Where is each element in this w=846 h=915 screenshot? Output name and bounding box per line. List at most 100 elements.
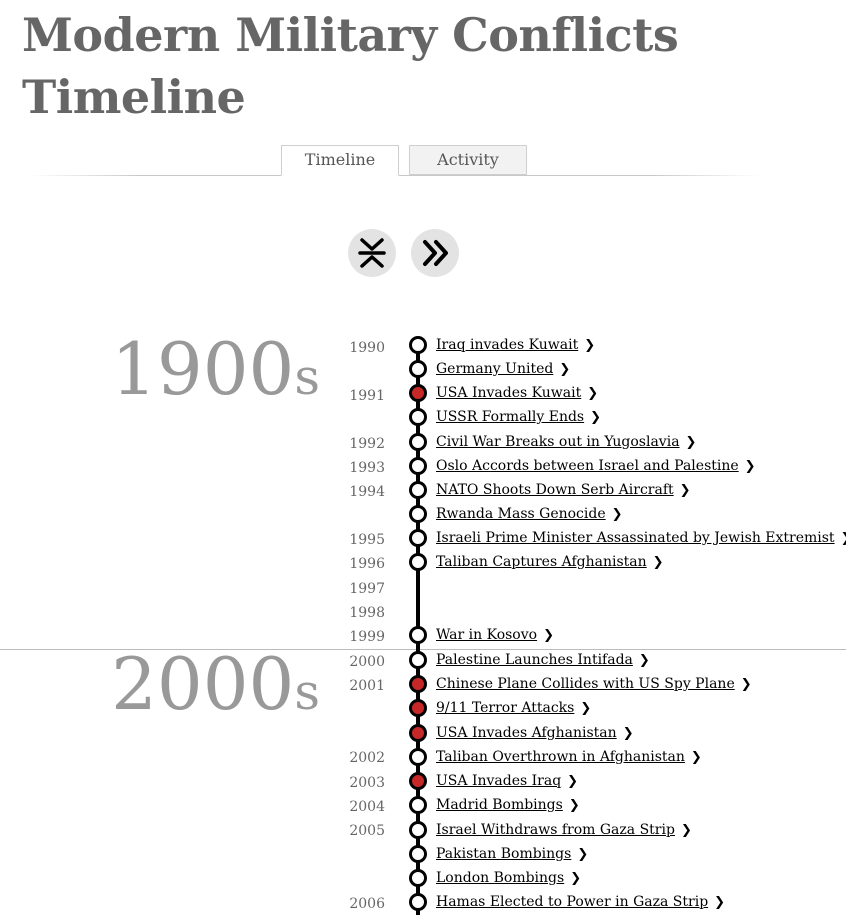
chevron-right-icon: ❯: [567, 774, 579, 789]
chevron-right-icon: ❯: [622, 726, 634, 741]
event-marker[interactable]: [409, 626, 427, 644]
event-marker[interactable]: [409, 772, 427, 790]
expand-forward-button[interactable]: [411, 229, 459, 277]
event-link[interactable]: Israel Withdraws from Gaza Strip ❯: [436, 822, 692, 838]
event-marker[interactable]: [409, 384, 427, 402]
event-link[interactable]: Madrid Bombings ❯: [436, 797, 580, 813]
event-label: Civil War Breaks out in Yugoslavia: [436, 434, 680, 450]
event-marker[interactable]: [409, 651, 427, 669]
year-label: 2003: [349, 775, 385, 791]
event-label: USA Invades Afghanistan: [436, 725, 617, 741]
chevron-right-icon: ❯: [590, 410, 602, 425]
decade-number: 2000: [111, 642, 295, 726]
event-marker[interactable]: [409, 748, 427, 766]
chevron-right-icon: ❯: [577, 847, 589, 862]
chevron-right-icon: ❯: [679, 483, 691, 498]
year-label: 2005: [349, 823, 385, 839]
event-marker[interactable]: [409, 336, 427, 354]
year-label: 2006: [349, 896, 385, 912]
event-link[interactable]: London Bombings ❯: [436, 870, 581, 886]
chevron-right-icon: ❯: [685, 435, 697, 450]
decade-number: 1900: [111, 327, 295, 411]
event-marker[interactable]: [409, 821, 427, 839]
event-marker[interactable]: [409, 360, 427, 378]
event-marker[interactable]: [409, 408, 427, 426]
event-label: Hamas Elected to Power in Gaza Strip: [436, 894, 709, 910]
chevron-right-icon: ❯: [690, 750, 702, 765]
page-title-line-1: Modern Military Conflicts: [22, 8, 679, 62]
year-label: 1998: [349, 605, 385, 621]
chevron-right-icon: ❯: [714, 895, 726, 910]
event-label: USA Invades Iraq: [436, 773, 562, 789]
decade-label-1900s: 1900s: [60, 329, 320, 417]
event-label: London Bombings: [436, 870, 565, 886]
event-label: Chinese Plane Collides with US Spy Plane: [436, 676, 735, 692]
event-marker[interactable]: [409, 845, 427, 863]
year-label: 2001: [349, 678, 385, 694]
collapse-arrows-icon: [358, 238, 386, 268]
event-marker[interactable]: [409, 893, 427, 911]
event-link[interactable]: Taliban Captures Afghanistan ❯: [436, 554, 664, 570]
event-marker[interactable]: [409, 699, 427, 717]
event-marker[interactable]: [409, 869, 427, 887]
event-label: Taliban Overthrown in Afghanistan: [436, 749, 685, 765]
event-link[interactable]: Taliban Overthrown in Afghanistan ❯: [436, 749, 702, 765]
event-label: Taliban Captures Afghanistan: [436, 554, 647, 570]
event-link[interactable]: Civil War Breaks out in Yugoslavia ❯: [436, 434, 696, 450]
chevron-right-icon: ❯: [841, 531, 846, 546]
event-label: USSR Formally Ends: [436, 409, 585, 425]
event-link[interactable]: USA Invades Afghanistan ❯: [436, 725, 634, 741]
event-marker[interactable]: [409, 796, 427, 814]
chevron-right-icon: ❯: [652, 555, 664, 570]
event-marker[interactable]: [409, 457, 427, 475]
decade-suffix: s: [294, 663, 320, 721]
year-label: 1994: [349, 484, 385, 500]
year-label: 1991: [349, 388, 385, 404]
event-marker[interactable]: [409, 724, 427, 742]
decade-suffix: s: [294, 348, 320, 406]
event-marker[interactable]: [409, 505, 427, 523]
chevron-right-icon: ❯: [570, 871, 582, 886]
event-link[interactable]: USA Invades Iraq ❯: [436, 773, 578, 789]
event-marker[interactable]: [409, 433, 427, 451]
event-link[interactable]: Hamas Elected to Power in Gaza Strip ❯: [436, 894, 725, 910]
decade-label-2000s: 2000s: [60, 644, 320, 732]
event-link[interactable]: War in Kosovo ❯: [436, 627, 554, 643]
event-label: War in Kosovo: [436, 627, 538, 643]
event-label: Israeli Prime Minister Assassinated by J…: [436, 530, 835, 546]
event-marker[interactable]: [409, 481, 427, 499]
event-link[interactable]: Germany United ❯: [436, 361, 570, 377]
chevron-right-icon: ❯: [638, 653, 650, 668]
event-marker[interactable]: [409, 529, 427, 547]
event-link[interactable]: Oslo Accords between Israel and Palestin…: [436, 458, 756, 474]
event-label: USA Invades Kuwait: [436, 385, 582, 401]
event-link[interactable]: Iraq invades Kuwait ❯: [436, 337, 595, 353]
event-marker[interactable]: [409, 675, 427, 693]
tab-activity[interactable]: Activity: [409, 145, 527, 175]
event-label: Rwanda Mass Genocide: [436, 506, 606, 522]
chevron-right-icon: ❯: [744, 459, 756, 474]
tab-timeline[interactable]: Timeline: [281, 145, 399, 176]
event-link[interactable]: USA Invades Kuwait ❯: [436, 385, 598, 401]
event-link[interactable]: Palestine Launches Intifada ❯: [436, 652, 650, 668]
event-label: Madrid Bombings: [436, 797, 563, 813]
year-label: 1997: [349, 581, 385, 597]
event-link[interactable]: Chinese Plane Collides with US Spy Plane…: [436, 676, 752, 692]
event-link[interactable]: USSR Formally Ends ❯: [436, 409, 601, 425]
double-chevron-right-icon: [423, 240, 448, 266]
event-label: Israel Withdraws from Gaza Strip: [436, 822, 675, 838]
year-label: 1999: [349, 629, 385, 645]
event-link[interactable]: Israeli Prime Minister Assassinated by J…: [436, 530, 846, 546]
event-link[interactable]: NATO Shoots Down Serb Aircraft ❯: [436, 482, 691, 498]
event-link[interactable]: Rwanda Mass Genocide ❯: [436, 506, 623, 522]
chevron-right-icon: ❯: [584, 338, 596, 353]
collapse-button[interactable]: [348, 229, 396, 277]
event-marker[interactable]: [409, 553, 427, 571]
year-label: 1995: [349, 532, 385, 548]
year-label: 1996: [349, 556, 385, 572]
chevron-right-icon: ❯: [543, 628, 554, 643]
event-label: 9/11 Terror Attacks: [436, 700, 575, 716]
event-link[interactable]: Pakistan Bombings ❯: [436, 846, 588, 862]
event-link[interactable]: 9/11 Terror Attacks ❯: [436, 700, 591, 716]
year-label: 1990: [349, 340, 385, 356]
